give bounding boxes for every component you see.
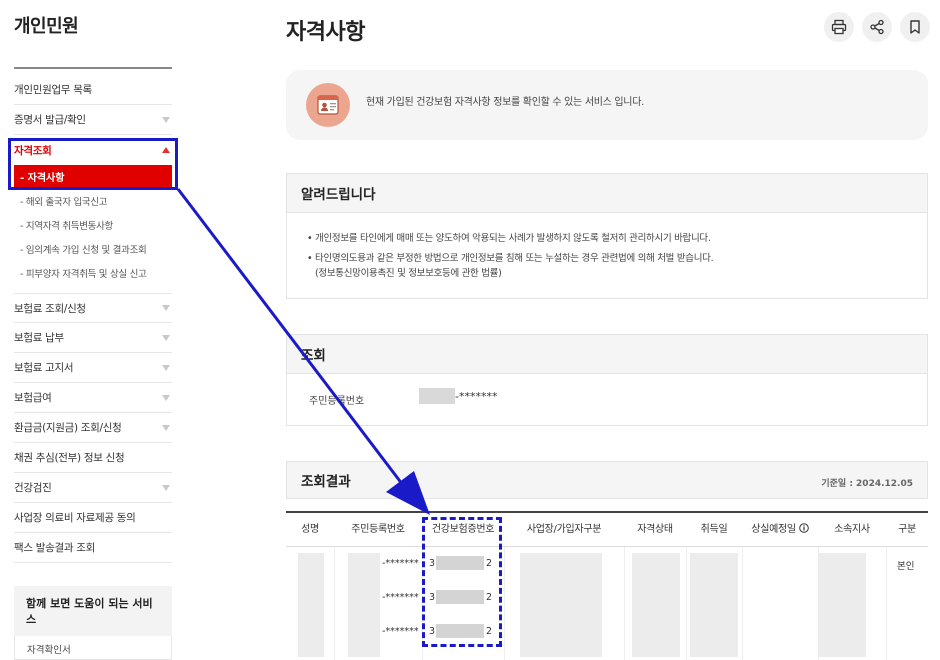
masked-name-column xyxy=(298,553,324,657)
rrn-value: -******* xyxy=(419,388,497,404)
print-button[interactable] xyxy=(824,12,854,42)
divider xyxy=(886,547,887,660)
page: 개인민원 개인민원업무 목록 증명서 발급/확인 자격조회 - 자격사항 - 해… xyxy=(0,0,940,660)
row-rrn: -******* xyxy=(382,626,419,637)
sidebar-item-list[interactable]: 개인민원업무 목록 xyxy=(14,75,172,105)
query-body: 주민등록번호 -******* xyxy=(286,374,928,426)
sidebar-item-label: 보험료 조회/신청 xyxy=(14,302,86,315)
sidebar-item-medical-consent[interactable]: 사업장 의료비 자료제공 동의 xyxy=(14,503,172,533)
sidebar-divider xyxy=(14,67,172,69)
col-header-workplace: 사업장/가입자구분 xyxy=(504,513,624,547)
sidebar-subitem-regional[interactable]: - 지역자격 취득변동사항 xyxy=(20,218,113,232)
chevron-down-icon xyxy=(162,364,170,371)
result-table: 성명 주민등록번호 건강보험증번호 사업장/가입자구분 자격상태 취득일 상실예… xyxy=(286,511,928,660)
notice-heading: 알려드립니다 xyxy=(286,173,928,213)
col-header-type: 구분 xyxy=(886,513,928,547)
rrn-label: 주민등록번호 xyxy=(309,396,365,407)
masked-acquired-column xyxy=(690,553,738,657)
base-date: 기준일 : 2024.12.05 xyxy=(821,479,913,489)
bookmark-button[interactable] xyxy=(900,12,930,42)
sidebar-item-label: 증명서 발급/확인 xyxy=(14,114,86,126)
sidebar-item-label: 보험급여 xyxy=(14,392,52,404)
bookmark-icon xyxy=(910,20,920,34)
row-rrn: -******* xyxy=(382,558,419,569)
chevron-down-icon xyxy=(162,424,170,431)
notice-body: • 개인정보를 타인에게 매매 또는 양도하여 악용되는 사례가 발생하지 않도… xyxy=(286,213,928,299)
info-circle-icon[interactable] xyxy=(798,523,809,533)
chevron-down-icon xyxy=(162,394,170,401)
sidebar: 개인민원 개인민원업무 목록 증명서 발급/확인 자격조회 - 자격사항 - 해… xyxy=(0,0,180,660)
sidebar-item-refund[interactable]: 환급금(지원금) 조회/신청 xyxy=(14,413,172,443)
masked-rrn-column xyxy=(348,553,380,657)
id-card-icon xyxy=(306,83,350,127)
col-header-branch: 소속지사 xyxy=(818,513,886,547)
sidebar-subitem-voluntary[interactable]: - 임의계속 가입 신청 및 결과조회 xyxy=(20,242,147,256)
notice-line: • 타인명의도용과 같은 부정한 방법으로 개인정보를 침해 또는 누설하는 경… xyxy=(307,253,714,264)
share-button[interactable] xyxy=(862,12,892,42)
intro-text: 현재 가입된 건강보험 자격사항 정보를 확인할 수 있는 서비스 입니다. xyxy=(366,97,644,108)
sidebar-item-label: 채권 추심(전부) 정보 신청 xyxy=(14,452,125,464)
sidebar-item-benefits[interactable]: 보험급여 xyxy=(14,383,172,413)
row-type: 본인 xyxy=(897,561,915,572)
col-header-rrn: 주민등록번호 xyxy=(334,513,422,547)
intro-banner: 현재 가입된 건강보험 자격사항 정보를 확인할 수 있는 서비스 입니다. xyxy=(286,70,928,140)
col-header-status: 자격상태 xyxy=(624,513,686,547)
sidebar-item-label: 보험료 납부 xyxy=(14,332,64,344)
col-header-acquired: 취득일 xyxy=(686,513,742,547)
sidebar-item-label: 개인민원업무 목록 xyxy=(14,84,92,96)
divider xyxy=(624,547,625,660)
sidebar-item-label: 건강검진 xyxy=(14,482,52,494)
related-services-title: 함께 보면 도움이 되는 서비스 xyxy=(26,597,153,626)
divider xyxy=(334,547,335,660)
page-title: 자격사항 xyxy=(286,20,365,45)
divider xyxy=(686,547,687,660)
sidebar-item-premium-inquiry[interactable]: 보험료 조회/신청 xyxy=(14,293,172,323)
sidebar-item-label: 팩스 발송결과 조회 xyxy=(14,542,95,554)
print-icon xyxy=(831,19,847,35)
rrn-masked-suffix: -******* xyxy=(455,389,498,403)
sidebar-item-fax-result[interactable]: 팩스 발송결과 조회 xyxy=(14,533,172,563)
sidebar-title: 개인민원 xyxy=(14,16,79,37)
sidebar-item-certificate[interactable]: 증명서 발급/확인 xyxy=(14,105,172,135)
col-header-name: 성명 xyxy=(286,513,334,547)
chevron-down-icon xyxy=(162,305,170,311)
masked-workplace-column xyxy=(520,553,602,657)
sidebar-item-label: 보험료 고지서 xyxy=(14,362,74,374)
sidebar-item-label: 환급금(지원금) 조회/신청 xyxy=(14,422,122,434)
masked-branch-column xyxy=(818,553,866,657)
chevron-down-icon xyxy=(162,484,170,491)
sidebar-item-health-checkup[interactable]: 건강검진 xyxy=(14,473,172,503)
row-rrn: -******* xyxy=(382,592,419,603)
related-service-link[interactable]: 자격확인서 xyxy=(14,636,172,660)
sidebar-subitem-overseas[interactable]: - 해외 출국자 입국신고 xyxy=(20,194,108,208)
related-services-box: 함께 보면 도움이 되는 서비스 자격확인서 xyxy=(14,586,172,660)
result-heading-text: 조회결과 xyxy=(301,474,351,490)
query-heading: 조회 xyxy=(286,334,928,374)
col-header-loss-date: 상실예정일 xyxy=(742,513,818,547)
divider xyxy=(742,547,743,660)
result-heading: 조회결과 기준일 : 2024.12.05 xyxy=(286,461,928,499)
divider xyxy=(504,547,505,660)
sidebar-item-premium-notice[interactable]: 보험료 고지서 xyxy=(14,353,172,383)
annotation-highlight-box xyxy=(8,138,178,190)
masked-block xyxy=(419,388,455,404)
chevron-down-icon xyxy=(162,116,170,123)
masked-status-column xyxy=(632,553,680,657)
chevron-down-icon xyxy=(162,334,170,341)
notice-line: • 개인정보를 타인에게 매매 또는 양도하여 악용되는 사례가 발생하지 않도… xyxy=(307,233,711,244)
sidebar-item-label: 사업장 의료비 자료제공 동의 xyxy=(14,512,136,524)
share-icon xyxy=(870,19,884,35)
annotation-dashed-box xyxy=(422,517,502,647)
sidebar-item-debt-collection[interactable]: 채권 추심(전부) 정보 신청 xyxy=(14,443,172,473)
sidebar-item-premium-payment[interactable]: 보험료 납부 xyxy=(14,323,172,353)
sidebar-subitem-dependent[interactable]: - 피부양자 자격취득 및 상실 신고 xyxy=(20,266,147,280)
col-header-loss-date-text: 상실예정일 xyxy=(751,524,796,535)
notice-line: (정보통신망이용촉진 및 정보보호등에 관한 법률) xyxy=(315,268,502,279)
